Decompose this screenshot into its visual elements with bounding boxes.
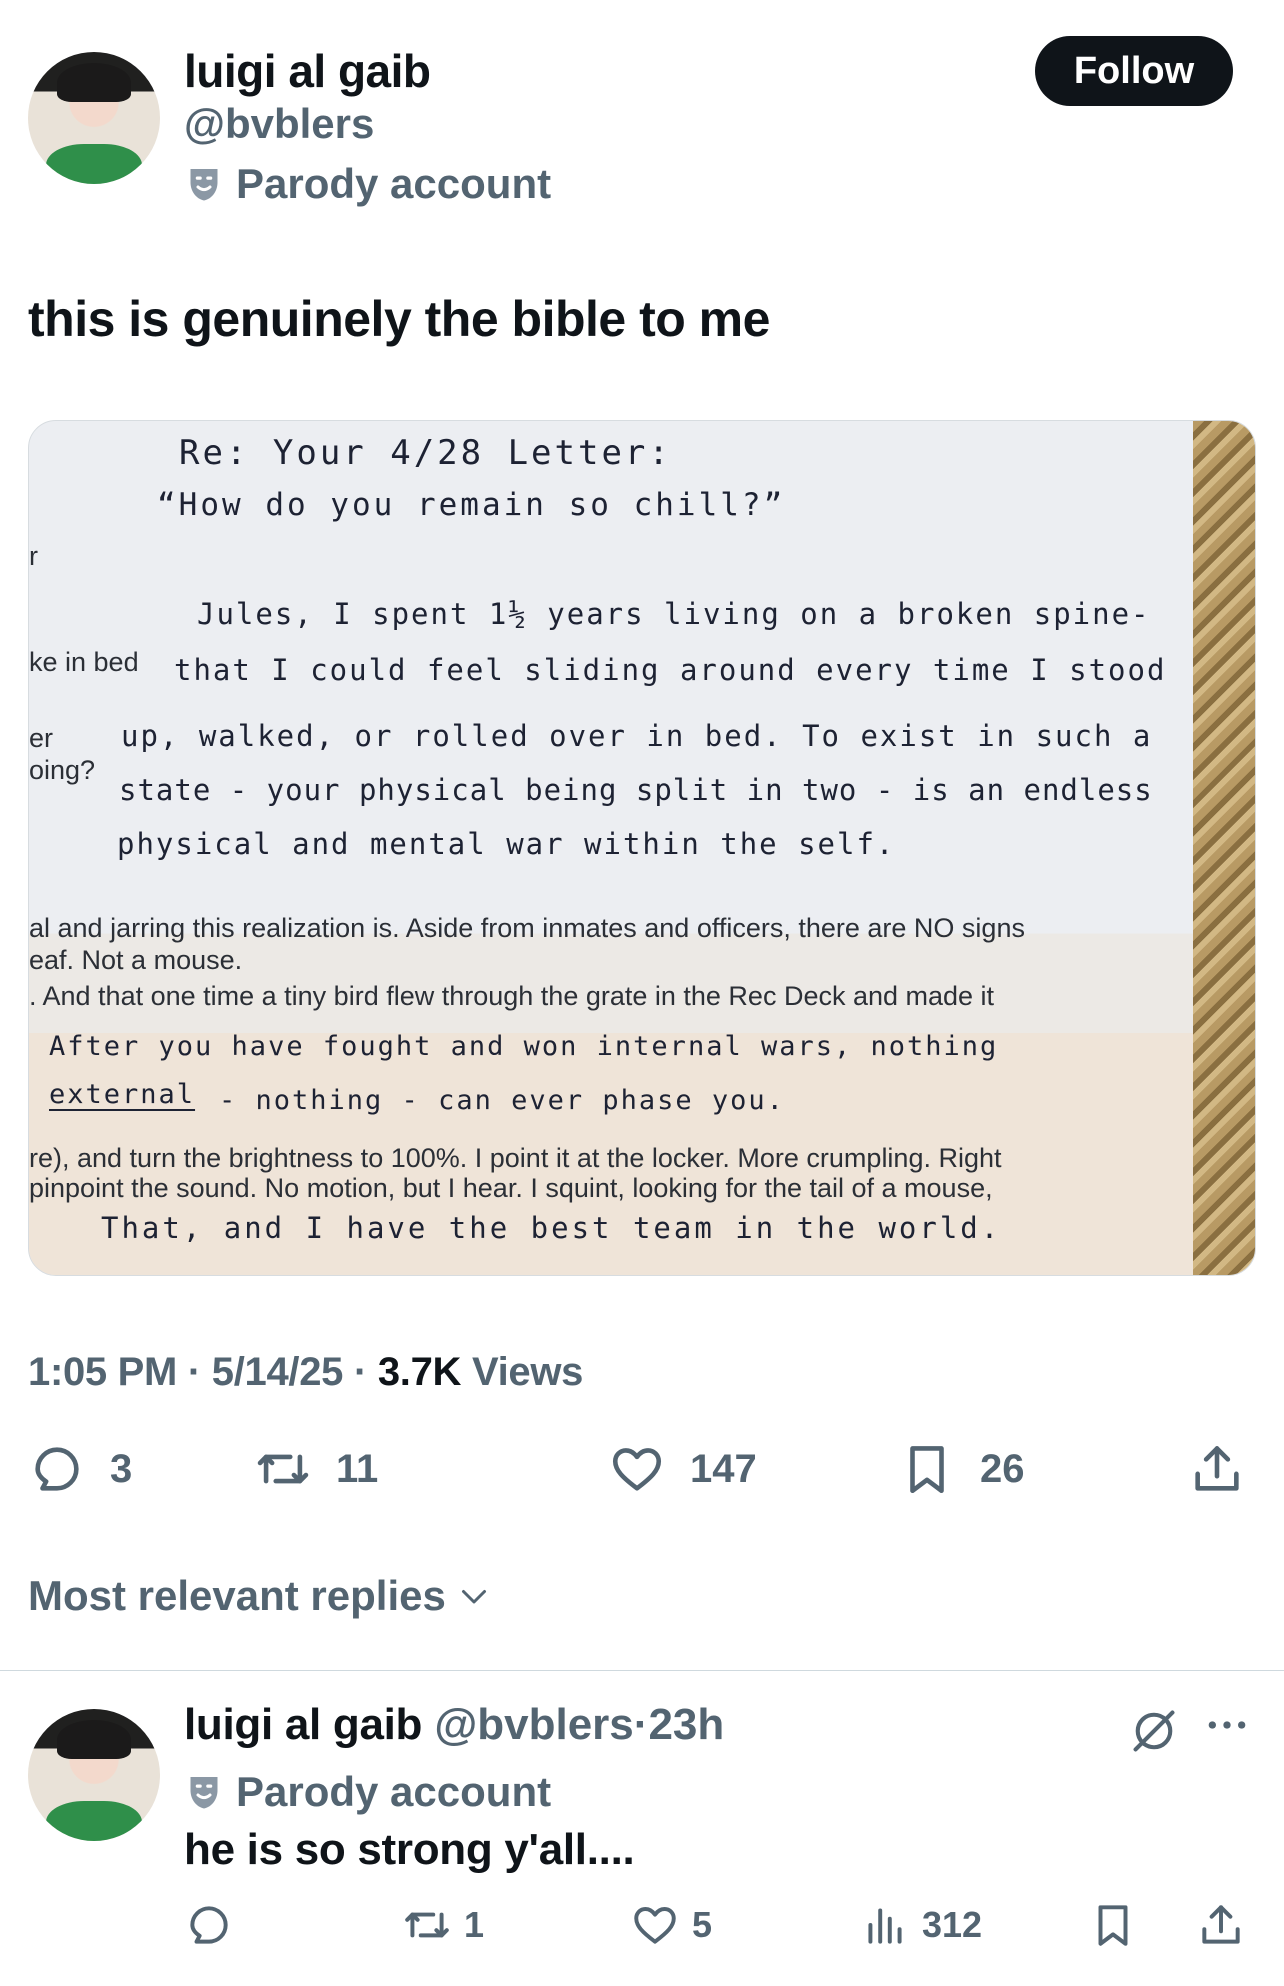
letter-line: that I could feel sliding around every t…: [174, 653, 1167, 687]
reply-button[interactable]: 3: [28, 1440, 132, 1498]
parody-label: Parody account: [186, 160, 551, 208]
post-text: this is genuinely the bible to me: [28, 291, 770, 347]
parody-mask-icon: [190, 169, 218, 201]
letter-line: physical and mental war within the self.: [117, 827, 896, 861]
grok-icon[interactable]: [1128, 1705, 1180, 1757]
letter-line: al and jarring this realization is. Asid…: [29, 913, 1025, 943]
reply-repost-button[interactable]: 1: [402, 1900, 484, 1950]
reply-count: 3: [110, 1446, 133, 1491]
reply-separator: ·: [633, 1700, 649, 1749]
letter-line: external: [49, 1079, 196, 1110]
letter-line: r: [29, 541, 38, 571]
letter-line: er: [29, 723, 54, 753]
reply-author-name[interactable]: luigi al gaib: [184, 1700, 422, 1749]
reply-icon: [190, 1906, 228, 1944]
author-avatar[interactable]: [28, 52, 160, 184]
author-handle[interactable]: @bvblers: [184, 100, 374, 148]
reply-like-count: 5: [692, 1904, 713, 1945]
share-icon: [1202, 1905, 1240, 1944]
reply-repost-count: 1: [464, 1904, 485, 1945]
share-button[interactable]: [1188, 1440, 1246, 1498]
letter-line: up, walked, or rolled over in bed. To ex…: [121, 719, 1153, 753]
follow-button[interactable]: Follow: [1035, 36, 1233, 106]
letter-line: eaf. Not a mouse.: [29, 945, 243, 975]
reply-bookmark-button[interactable]: [1088, 1900, 1138, 1950]
reply-like-button[interactable]: 5: [630, 1900, 712, 1950]
straw-texture: [1193, 421, 1255, 1275]
letter-line: pinpoint the sound. No motion, but I hea…: [29, 1173, 993, 1203]
reply-views-button[interactable]: 312: [860, 1900, 982, 1950]
meta-separator: ·: [353, 1350, 367, 1394]
letter-line: After you have fought and won internal w…: [49, 1031, 999, 1062]
post-meta: 1:05 PM · 5/14/25 · 3.7K Views: [28, 1350, 583, 1395]
letter-line: re), and turn the brightness to 100%. I …: [29, 1143, 1002, 1173]
reply-time[interactable]: 23h: [648, 1700, 724, 1749]
views-chart-icon: [868, 1908, 902, 1944]
reply-icon: [35, 1447, 79, 1491]
reply-author-handle[interactable]: @bvblers: [434, 1700, 633, 1749]
post-date[interactable]: 5/14/25: [212, 1350, 344, 1394]
reply-text: he is so strong y'all....: [184, 1825, 635, 1874]
letter-line: - nothing - can ever phase you.: [219, 1085, 785, 1116]
letter-line: . And that one time a tiny bird flew thr…: [29, 981, 995, 1011]
like-button[interactable]: 147: [608, 1440, 757, 1498]
letter-line: ke in bed: [29, 647, 139, 677]
bookmark-button[interactable]: 26: [898, 1440, 1025, 1498]
reply-action-bar: 1 5 312: [184, 1900, 1256, 1960]
meta-separator: ·: [187, 1350, 201, 1394]
share-icon: [1195, 1446, 1239, 1491]
chevron-down-icon: [461, 1590, 486, 1604]
repost-icon: [405, 1912, 449, 1938]
reply-share-button[interactable]: [1196, 1900, 1246, 1950]
author-name[interactable]: luigi al gaib: [184, 44, 431, 98]
reply-views-count: 312: [922, 1904, 983, 1945]
heart-icon: [612, 1448, 662, 1491]
views-count: 3.7K: [377, 1350, 462, 1394]
letter-line: “How do you remain so chill?”: [157, 487, 786, 523]
section-divider: [0, 1670, 1284, 1671]
like-count: 147: [690, 1446, 757, 1491]
reply-author-avatar[interactable]: [28, 1709, 160, 1841]
letter-line: Jules, I spent 1½ years living on a brok…: [197, 597, 1151, 631]
post-action-bar: 3 11 147 26: [28, 1440, 1256, 1510]
post-time[interactable]: 1:05 PM: [28, 1350, 177, 1394]
letter-line: state - your physical being split in two…: [119, 773, 1153, 807]
repost-icon: [257, 1454, 309, 1484]
repost-button[interactable]: 11: [254, 1440, 378, 1498]
more-options-icon[interactable]: [1205, 1715, 1249, 1735]
post-media-image[interactable]: Re: Your 4/28 Letter: “How do you remain…: [28, 420, 1256, 1276]
bookmark-icon: [910, 1446, 944, 1494]
bookmark-count: 26: [980, 1446, 1025, 1491]
heart-icon: [634, 1906, 676, 1944]
letter-line: oing?: [29, 755, 96, 785]
bookmark-icon: [1098, 1905, 1128, 1946]
reply-parody-label: Parody account: [186, 1768, 551, 1816]
letter-line: Re: Your 4/28 Letter:: [179, 433, 672, 473]
replies-sort-dropdown[interactable]: Most relevant replies: [28, 1572, 492, 1620]
letter-line: That, and I have the best team in the wo…: [101, 1211, 1002, 1245]
reply-header: luigi al gaib @bvblers·23h: [184, 1700, 724, 1750]
replies-sort-label: Most relevant replies: [28, 1572, 446, 1619]
parody-label-text: Parody account: [236, 160, 552, 207]
reply-parody-text: Parody account: [236, 1768, 552, 1815]
parody-mask-icon: [190, 1777, 218, 1809]
views-label: Views: [471, 1350, 584, 1394]
reply-reply-button[interactable]: [184, 1900, 234, 1950]
repost-count: 11: [336, 1446, 379, 1491]
